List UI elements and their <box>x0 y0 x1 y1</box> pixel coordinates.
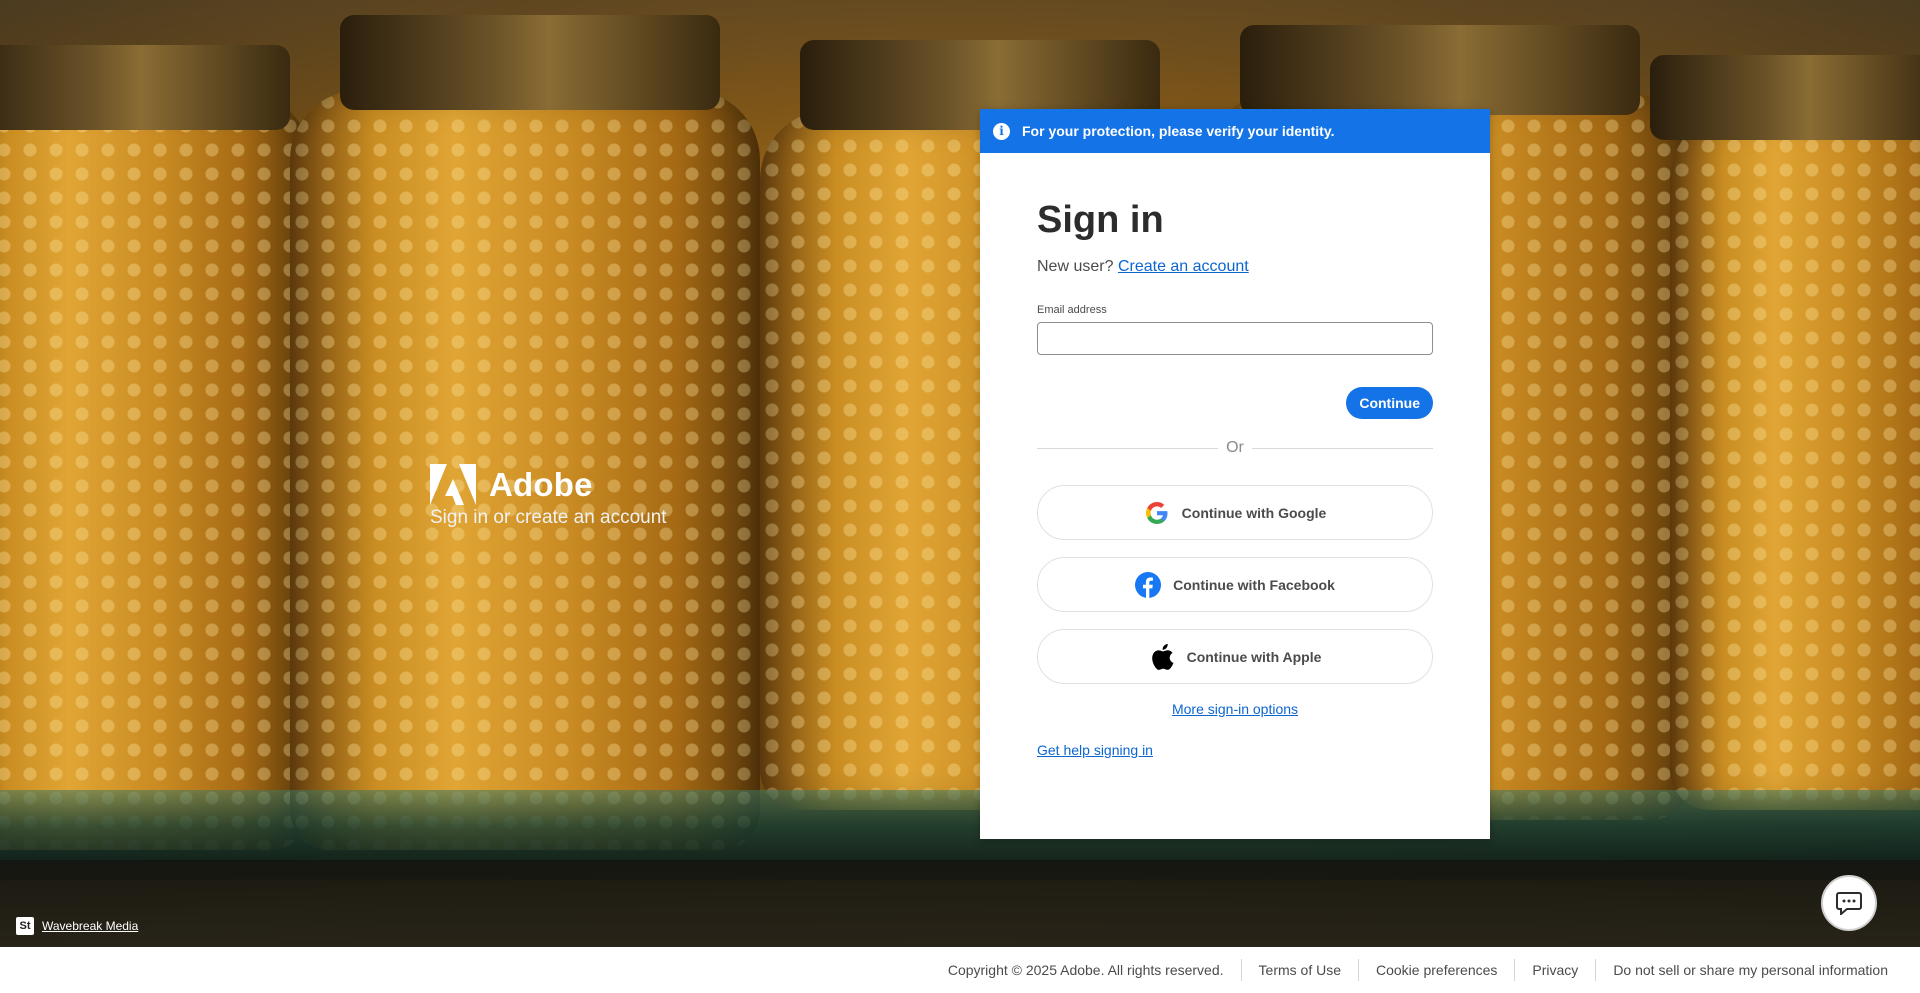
email-label: Email address <box>1037 304 1107 316</box>
stock-icon: St <box>16 917 34 935</box>
more-signin-options-link[interactable]: More sign-in options <box>1172 701 1298 717</box>
continue-with-facebook-button[interactable]: Continue with Facebook <box>1037 557 1433 612</box>
google-icon <box>1144 500 1170 526</box>
google-label: Continue with Google <box>1181 504 1327 521</box>
new-user-text: New user? <box>1037 258 1114 275</box>
identity-alert: i For your protection, please verify you… <box>980 109 1490 153</box>
or-label: Or <box>1226 439 1244 456</box>
copyright-text: Copyright © 2025 Adobe. All rights reser… <box>947 962 1224 978</box>
terms-of-use-link[interactable]: Terms of Use <box>1242 962 1358 978</box>
photo-credit: St Wavebreak Media <box>16 917 138 935</box>
continue-button[interactable]: Continue <box>1346 387 1433 419</box>
new-user-row: New user? Create an account <box>1037 258 1433 276</box>
continue-with-apple-button[interactable]: Continue with Apple <box>1037 629 1433 684</box>
cookie-preferences-link[interactable]: Cookie preferences <box>1359 962 1514 978</box>
brand-block: Adobe Sign in or create an account <box>430 464 667 529</box>
apple-icon <box>1149 643 1175 670</box>
signin-card: i For your protection, please verify you… <box>980 109 1490 839</box>
create-account-link[interactable]: Create an account <box>1118 258 1249 275</box>
page-title: Sign in <box>1037 199 1164 241</box>
chat-icon <box>1836 892 1862 915</box>
do-not-sell-link[interactable]: Do not sell or share my personal informa… <box>1596 962 1920 978</box>
adobe-logo-icon <box>430 464 476 505</box>
or-divider: Or <box>1037 439 1433 457</box>
continue-with-google-button[interactable]: Continue with Google <box>1037 485 1433 540</box>
apple-label: Continue with Apple <box>1186 648 1322 665</box>
get-help-link[interactable]: Get help signing in <box>1037 742 1153 758</box>
facebook-label: Continue with Facebook <box>1173 576 1335 593</box>
background-photo <box>0 0 1920 947</box>
chat-button[interactable] <box>1821 875 1877 931</box>
email-field[interactable] <box>1037 322 1433 355</box>
info-icon: i <box>993 122 1010 140</box>
brand-tagline: Sign in or create an account <box>430 507 667 528</box>
privacy-link[interactable]: Privacy <box>1515 962 1595 978</box>
footer: Copyright © 2025 Adobe. All rights reser… <box>0 947 1920 993</box>
brand-name: Adobe <box>489 465 593 503</box>
credit-author-link[interactable]: Wavebreak Media <box>42 919 138 933</box>
alert-text: For your protection, please verify your … <box>1022 123 1335 139</box>
facebook-icon <box>1135 571 1162 598</box>
